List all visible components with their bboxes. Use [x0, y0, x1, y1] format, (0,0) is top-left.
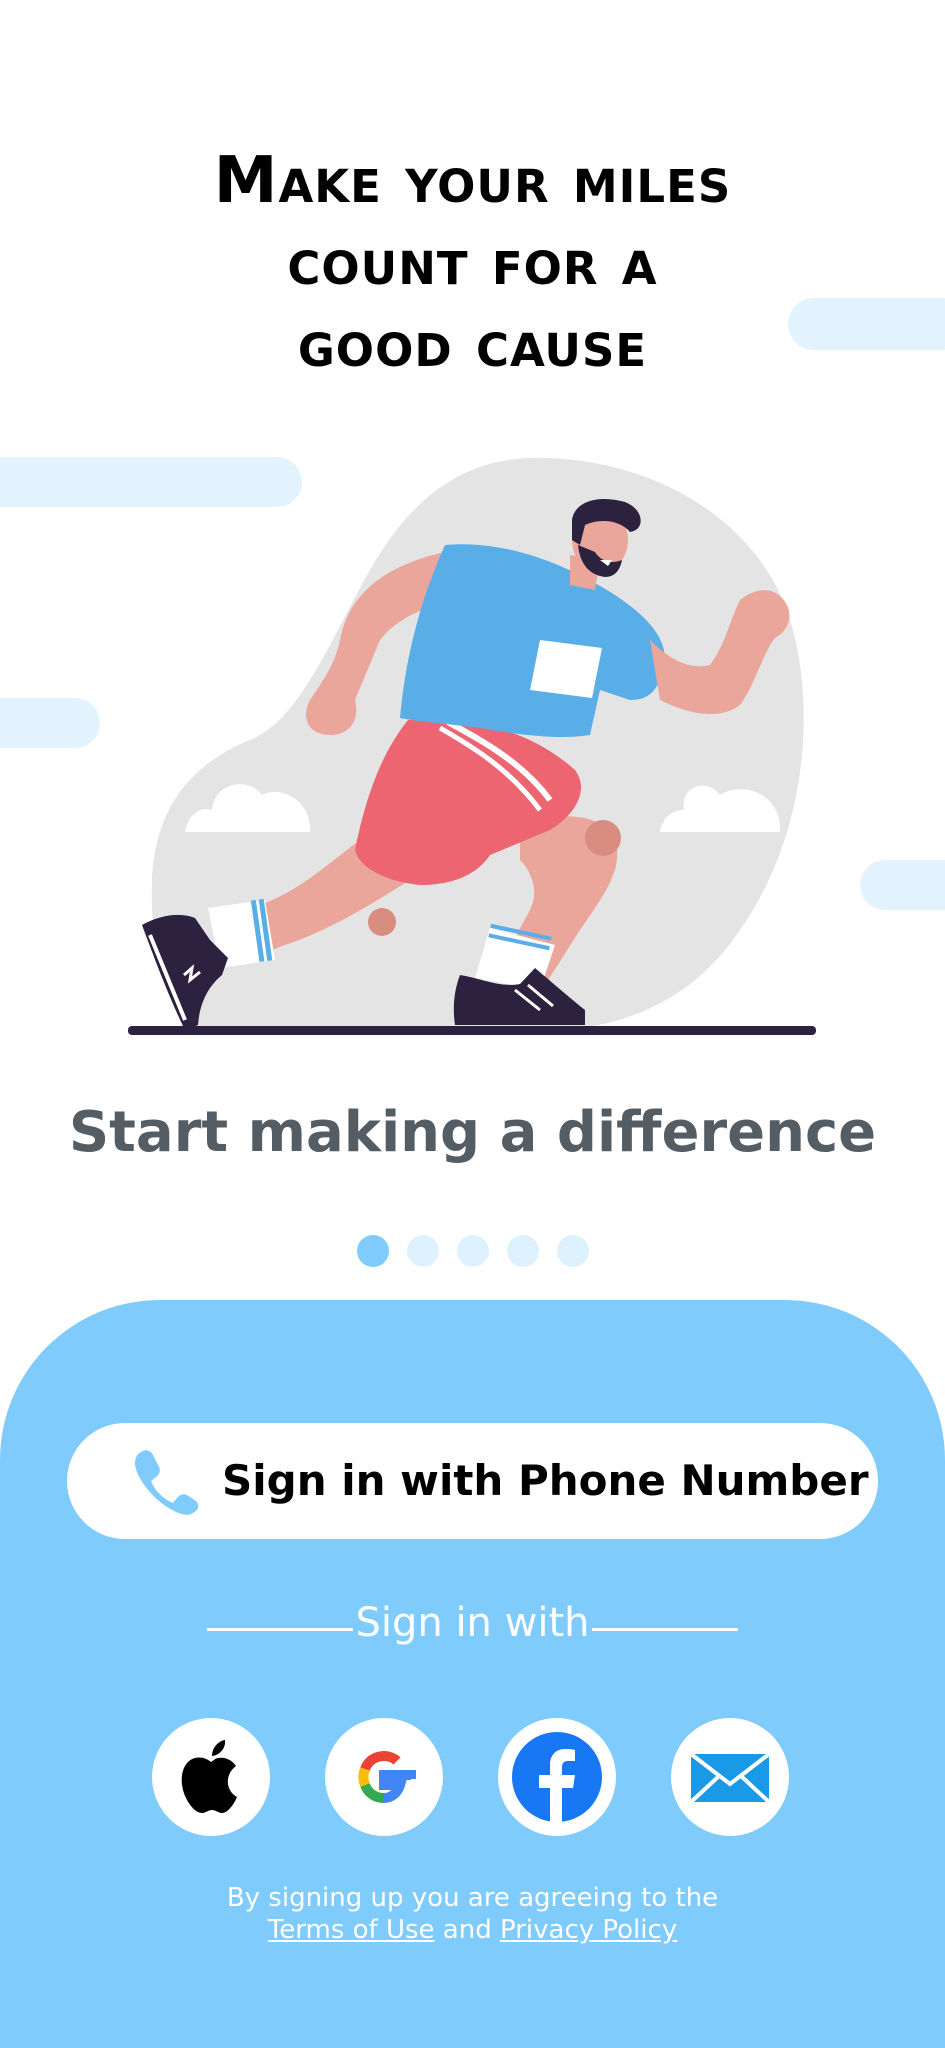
legal-notice: By signing up you are agreeing to the Te… — [0, 1882, 945, 1946]
google-sign-in-button[interactable] — [325, 1718, 443, 1836]
google-icon — [358, 1750, 416, 1803]
facebook-sign-in-button[interactable] — [498, 1718, 616, 1836]
divider-text: Sign in with — [355, 1600, 590, 1646]
apple-sign-in-button[interactable] — [152, 1718, 270, 1836]
phone-sign-in-button[interactable]: Sign in with Phone Number — [67, 1423, 878, 1539]
apple-icon — [181, 1740, 237, 1813]
pagination-dots — [0, 1235, 945, 1267]
onboarding-subtitle: Start making a difference — [68, 1100, 877, 1165]
headline-line-1: Make your miles — [213, 144, 732, 218]
legal-line-1: By signing up you are agreeing to the — [226, 1883, 719, 1913]
terms-of-use-link[interactable]: Terms of Use — [268, 1915, 435, 1945]
pagination-dot[interactable] — [456, 1235, 489, 1267]
pagination-dot-active[interactable] — [356, 1235, 389, 1267]
sign-in-divider: Sign in with — [0, 1600, 945, 1650]
email-icon — [689, 1752, 771, 1804]
legal-line-2: Terms of Use and Privacy Policy — [0, 1914, 945, 1946]
email-sign-in-button[interactable] — [671, 1718, 789, 1836]
privacy-policy-link[interactable]: Privacy Policy — [500, 1915, 677, 1945]
legal-and: and — [442, 1915, 492, 1945]
pagination-dot[interactable] — [506, 1235, 539, 1267]
facebook-icon — [512, 1732, 602, 1822]
divider-line-right — [592, 1628, 738, 1631]
pagination-dot[interactable] — [556, 1235, 589, 1267]
headline-line-3: good cause — [297, 308, 648, 382]
headline-line-2: count for a — [287, 226, 658, 300]
phone-icon — [135, 1450, 199, 1515]
pagination-dot[interactable] — [406, 1235, 439, 1267]
social-sign-in-row — [0, 1718, 945, 1836]
headline: Make your miles count for a good cause — [0, 140, 945, 386]
runner-illustration — [128, 457, 816, 1035]
phone-sign-in-label: Sign in with Phone Number — [222, 1456, 869, 1505]
